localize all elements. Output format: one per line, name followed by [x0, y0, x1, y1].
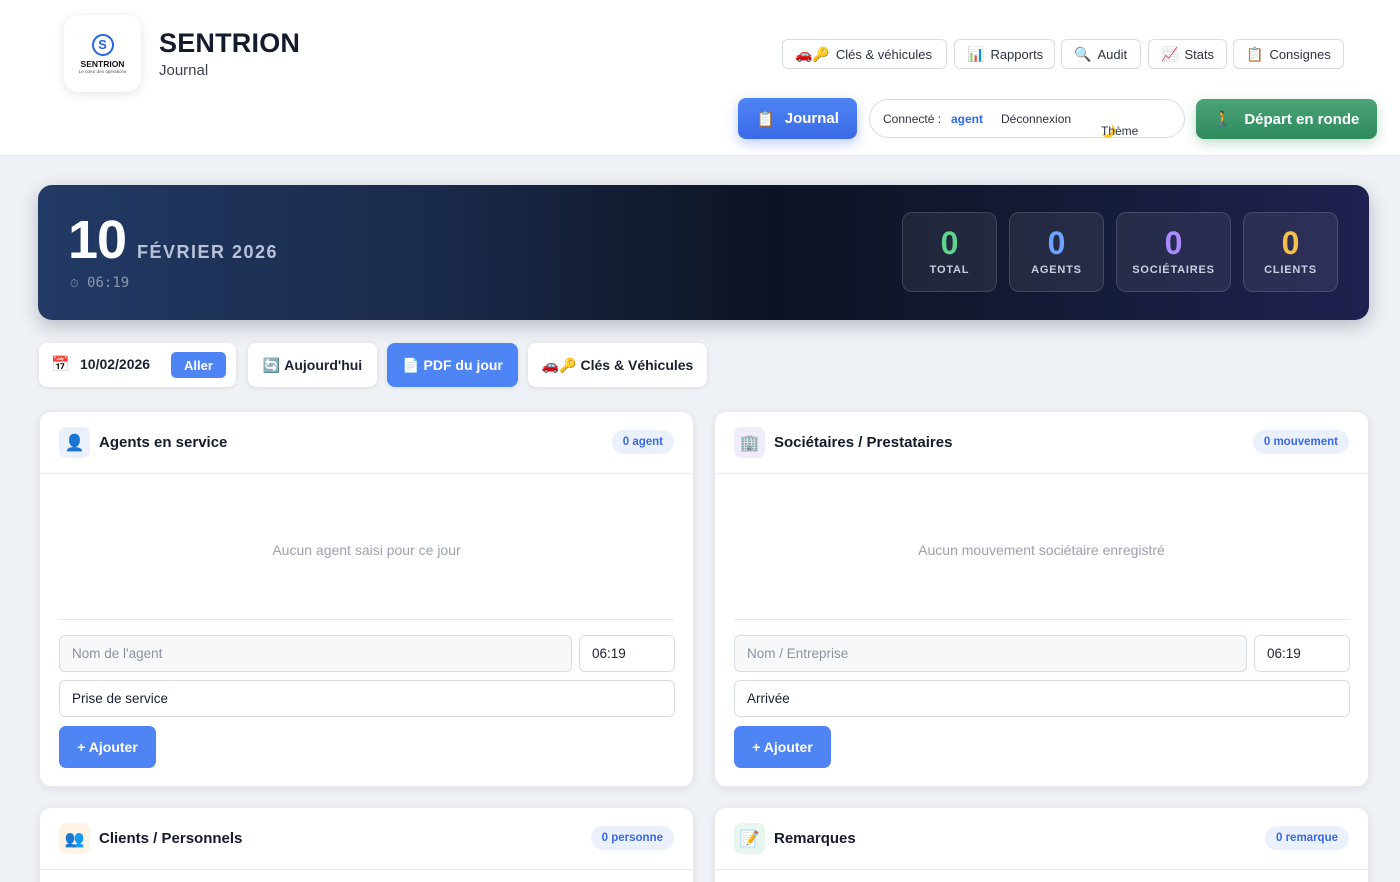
- hero-month-year: FÉVRIER 2026: [137, 242, 279, 262]
- empty-message: Aucun mouvement sociétaire enregistré: [918, 542, 1165, 558]
- logout-link[interactable]: Déconnexion: [1001, 112, 1071, 126]
- agents-panel: 👤 Agents en service 0 agent Aucun agent …: [39, 411, 694, 787]
- journal-button[interactable]: 📋 Journal: [738, 98, 857, 139]
- movement-type-select[interactable]: Arrivée: [734, 680, 1350, 717]
- company-time-input[interactable]: 06:19: [1254, 635, 1350, 672]
- connected-label: Connecté :: [883, 112, 942, 126]
- societaires-panel: 🏢 Sociétaires / Prestataires 0 mouvement…: [714, 411, 1369, 787]
- nav-reports-button[interactable]: 📊 Rapports: [954, 39, 1055, 69]
- stat-value: 0: [1047, 225, 1066, 261]
- divider: [734, 619, 1349, 620]
- stat-societaires: 0 SOCIÉTAIRES: [1116, 212, 1231, 292]
- nav-keys-vehicles-button[interactable]: 🚗🔑 Clés & véhicules: [782, 39, 947, 69]
- stat-label: AGENTS: [1031, 264, 1082, 276]
- count-badge: 0 agent: [611, 430, 674, 454]
- clipboard-icon: 📋: [756, 110, 775, 128]
- car-key-icon: 🚗🔑: [541, 356, 577, 373]
- nav-label: Clés & véhicules: [835, 46, 932, 62]
- nav-label: Stats: [1184, 46, 1215, 62]
- magnifier-icon: 🔍: [1074, 45, 1092, 62]
- stat-value: 0: [940, 225, 959, 261]
- agent-time-input[interactable]: 06:19: [579, 635, 675, 672]
- session-pill: Connecté : agent Déconnexion 🌙 Thème: [869, 99, 1185, 138]
- nav-label: Audit: [1097, 46, 1128, 62]
- panel-title: Sociétaires / Prestataires: [774, 434, 953, 451]
- stat-total: 0 TOTAL: [902, 212, 997, 292]
- start-round-button[interactable]: 🚶 Départ en ronde: [1196, 99, 1377, 139]
- today-button[interactable]: 🔄 Aujourd'hui: [248, 343, 377, 387]
- date-input[interactable]: 10/02/2026: [80, 356, 150, 372]
- stat-label: CLIENTS: [1264, 264, 1317, 276]
- count-badge: 0 remarque: [1264, 826, 1349, 850]
- company-name-input[interactable]: Nom / Entreprise: [734, 635, 1247, 672]
- walking-person-icon: 🚶: [1213, 111, 1233, 128]
- count-badge: 0 personne: [590, 826, 674, 850]
- office-building-icon: 🏢: [734, 427, 765, 458]
- page-subtitle: Journal: [159, 62, 209, 79]
- pdf-day-button[interactable]: 📄 PDF du jour: [387, 343, 518, 387]
- divider: [59, 619, 674, 620]
- theme-label: Thème: [1101, 124, 1139, 138]
- date-picker-group: 📅 10/02/2026 Aller: [39, 343, 236, 387]
- count-badge: 0 mouvement: [1252, 430, 1349, 454]
- calendar-icon: 📅: [51, 356, 70, 373]
- refresh-icon: 🔄: [262, 356, 281, 373]
- panel-header: 🏢 Sociétaires / Prestataires 0 mouvement: [715, 412, 1368, 474]
- stat-agents: 0 AGENTS: [1009, 212, 1104, 292]
- panel-title: Clients / Personnels: [99, 830, 243, 847]
- keys-vehicles-button[interactable]: 🚗🔑 Clés & Véhicules: [528, 343, 707, 387]
- today-label: Aujourd'hui: [284, 357, 363, 373]
- nav-stats-button[interactable]: 📈 Stats: [1148, 39, 1227, 69]
- stat-clients: 0 CLIENTS: [1243, 212, 1338, 292]
- hero-time-value: 06:19: [87, 275, 130, 291]
- people-icon: 👥: [59, 823, 90, 854]
- stat-label: SOCIÉTAIRES: [1132, 264, 1215, 276]
- bar-chart-icon: 📊: [967, 45, 985, 62]
- clients-panel: 👥 Clients / Personnels 0 personne: [39, 807, 694, 882]
- panel-header: 👥 Clients / Personnels 0 personne: [40, 808, 693, 870]
- date-hero-banner: 10 FÉVRIER 2026 ⏱ 06:19 0 TOTAL 0 AGENTS…: [38, 185, 1369, 320]
- stat-value: 0: [1281, 225, 1300, 261]
- add-agent-button[interactable]: + Ajouter: [59, 726, 156, 768]
- logo-s-icon: S: [91, 33, 114, 56]
- agent-type-select[interactable]: Prise de service: [59, 680, 675, 717]
- agent-name-input[interactable]: Nom de l'agent: [59, 635, 572, 672]
- add-movement-button[interactable]: + Ajouter: [734, 726, 831, 768]
- document-icon: 📄: [402, 356, 420, 373]
- keys-label: Clés & Véhicules: [580, 357, 694, 373]
- clock-icon: ⏱: [70, 277, 79, 290]
- nav-audit-button[interactable]: 🔍 Audit: [1061, 39, 1141, 69]
- clipboard-icon: 📋: [1246, 45, 1264, 62]
- pdf-label: PDF du jour: [423, 357, 503, 373]
- panel-title: Agents en service: [99, 434, 228, 451]
- hero-day: 10: [68, 210, 127, 270]
- memo-icon: 📝: [734, 823, 765, 854]
- app-title: SENTRION: [159, 28, 301, 58]
- top-header: S SENTRION Le cœur des opérations SENTRI…: [0, 0, 1400, 156]
- panel-header: 👤 Agents en service 0 agent: [40, 412, 693, 474]
- car-key-icon: 🚗🔑: [795, 45, 830, 62]
- go-button[interactable]: Aller: [171, 352, 226, 378]
- panel-header: 📝 Remarques 0 remarque: [715, 808, 1368, 870]
- connected-user: agent: [951, 112, 984, 126]
- person-icon: 👤: [59, 427, 90, 458]
- nav-label: Consignes: [1269, 46, 1331, 62]
- hero-time: ⏱ 06:19: [70, 275, 129, 291]
- logo-tagline: Le cœur des opérations: [78, 68, 127, 74]
- start-round-label: Départ en ronde: [1244, 110, 1360, 128]
- journal-label: Journal: [784, 110, 839, 127]
- stat-value: 0: [1164, 225, 1183, 261]
- trend-chart-icon: 📈: [1161, 45, 1179, 62]
- logo-name: SENTRION: [80, 58, 125, 69]
- empty-message: Aucun agent saisi pour ce jour: [272, 542, 461, 558]
- panel-title: Remarques: [774, 830, 856, 847]
- nav-instructions-button[interactable]: 📋 Consignes: [1233, 39, 1344, 69]
- remarques-panel: 📝 Remarques 0 remarque: [714, 807, 1369, 882]
- stat-label: TOTAL: [929, 264, 970, 276]
- nav-label: Rapports: [990, 46, 1044, 62]
- logo[interactable]: S SENTRION Le cœur des opérations: [64, 15, 141, 92]
